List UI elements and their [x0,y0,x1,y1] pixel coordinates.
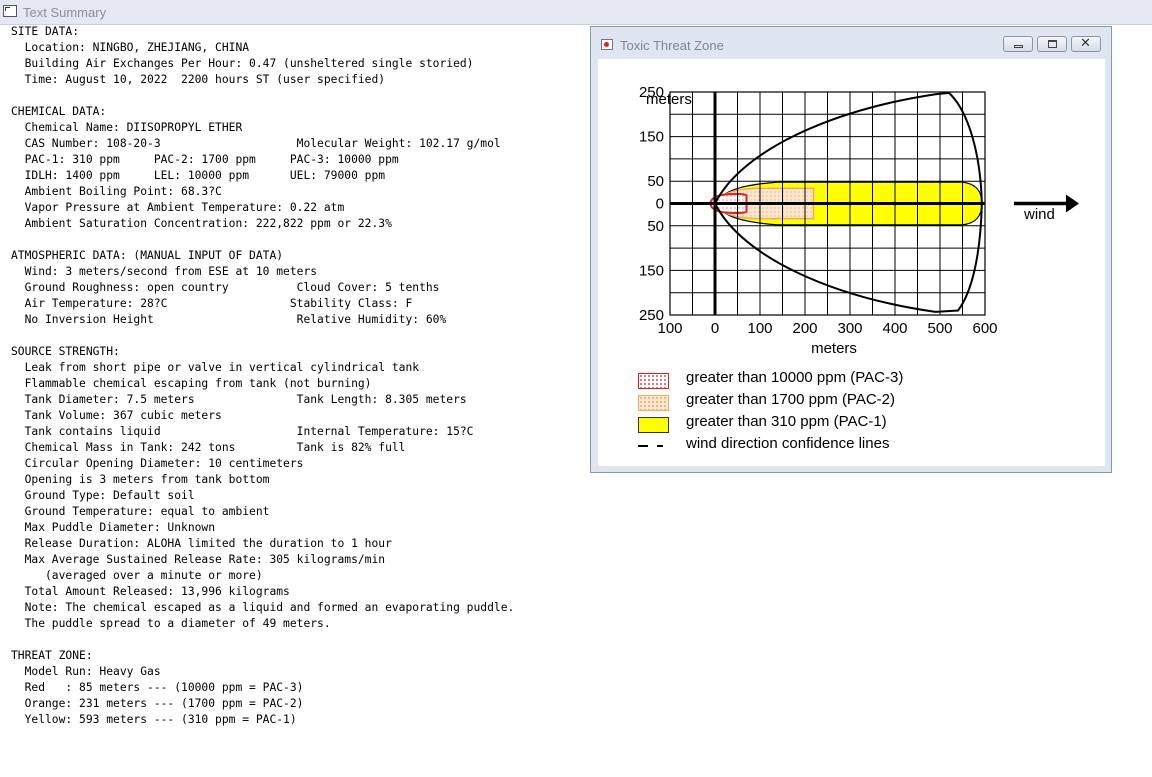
y-tick-label: 0 [656,196,664,213]
summary-line: Ambient Saturation Concentration: 222,82… [11,217,392,230]
summary-line: (averaged over a minute or more) [11,569,263,582]
summary-line: CHEMICAL DATA: [11,105,107,118]
summary-line: Tank contains liquid Internal Temperatur… [11,425,474,438]
summary-line: SOURCE STRENGTH: [11,345,120,358]
summary-line: The puddle spread to a diameter of 49 me… [11,617,331,630]
legend-label-red: greater than 10000 ppm (PAC-3) [686,369,904,386]
summary-line: Vapor Pressure at Ambient Temperature: 0… [11,201,345,214]
summary-line [11,328,514,344]
y-tick-label: 50 [647,173,664,190]
x-tick-label: 500 [927,320,952,337]
x-tick-label: 400 [882,320,907,337]
summary-line: Leak from short pipe or valve in vertica… [11,361,420,374]
close-button[interactable]: ✕ [1071,36,1101,52]
summary-line: Chemical Name: DIISOPROPYL ETHER [11,121,243,134]
legend-swatch-red [638,373,669,389]
close-icon: ✕ [1080,36,1091,51]
threat-window-title: Toxic Threat Zone [620,38,724,53]
summary-line: Release Duration: ALOHA limited the dura… [11,537,392,550]
x-tick-label: 200 [792,320,817,337]
summary-line: No Inversion Height Relative Humidity: 6… [11,313,447,326]
threat-window-icon[interactable] [601,39,613,50]
x-tick-label: 600 [972,320,997,337]
summary-line: Time: August 10, 2022 2200 hours ST (use… [11,73,386,86]
maximize-icon [1048,40,1057,48]
toxic-threat-zone-window: Toxic Threat Zone ✕ 250 150 50 0 50 150 250 100… [590,26,1112,473]
x-tick-label: 100 [747,320,772,337]
y-tick-label: 150 [639,262,664,279]
summary-line: Building Air Exchanges Per Hour: 0.47 (u… [11,57,474,70]
summary-line [11,88,514,104]
wind-arrow-head [1066,194,1079,213]
legend-swatch-yellow [638,417,669,433]
maximize-button[interactable] [1037,36,1067,52]
threat-window-title-bar[interactable]: Toxic Threat Zone ✕ [591,27,1111,59]
y-axis-label: meters [646,91,692,108]
summary-line: Tank Diameter: 7.5 meters Tank Length: 8… [11,393,467,406]
threat-zone-plot: 25015050050150250100 0 100 200 300 400 500 600m… [639,84,1079,357]
summary-line: ATMOSPHERIC DATA: (MANUAL INPUT OF DATA) [11,249,284,262]
main-window-title: Text Summary [23,5,107,20]
summary-line: CAS Number: 108-20-3 Molecular Weight: 1… [11,137,501,150]
summary-line: THREAT ZONE: [11,649,93,662]
x-tick-label: 300 [837,320,862,337]
legend-swatch-orange [638,395,669,411]
summary-line: Wind: 3 meters/second from ESE at 10 met… [11,265,318,278]
x-axis-label: meters [811,340,857,357]
minimize-icon [1014,45,1023,48]
summary-line: Air Temperature: 28?C Stability Class: F [11,297,413,310]
summary-line: Location: NINGBO, ZHEJIANG, CHINA [11,41,250,54]
legend-label-orange: greater than 1700 ppm (PAC-2) [686,391,895,408]
threat-zone-client: 250 150 50 0 50 150 250 100 0 100 200 300 400 500 600 m… [598,59,1105,466]
summary-line: Flammable chemical escaping from tank (n… [11,377,372,390]
summary-line: Tank Volume: 367 cubic meters [11,409,222,422]
summary-line: Yellow: 593 meters --- (310 ppm = PAC-1) [11,713,297,726]
summary-line: Max Average Sustained Release Rate: 305 … [11,553,386,566]
summary-line: Orange: 231 meters --- (1700 ppm = PAC-2… [11,697,304,710]
wind-label: wind [1023,206,1055,223]
main-title-bar[interactable]: Text Summary [0,0,1152,25]
summary-line: Ground Type: Default soil [11,489,195,502]
summary-line: Circular Opening Diameter: 10 centimeter… [11,457,304,470]
summary-line: Max Puddle Diameter: Unknown [11,521,216,534]
summary-line: Model Run: Heavy Gas [11,665,161,678]
summary-line: SITE DATA: [11,25,80,38]
summary-line: PAC-1: 310 ppm PAC-2: 1700 ppm PAC-3: 10… [11,153,399,166]
summary-line: Opening is 3 meters from tank bottom [11,473,270,486]
y-tick-label: 50 [647,218,664,235]
summary-line: Red : 85 meters --- (10000 ppm = PAC-3) [11,681,304,694]
legend-label-yellow: greater than 310 ppm (PAC-1) [686,413,887,430]
summary-line [11,632,514,648]
summary-line: IDLH: 1400 ppm LEL: 10000 ppm UEL: 79000… [11,169,386,182]
minimize-button[interactable] [1003,36,1033,52]
summary-line: Chemical Mass in Tank: 242 tons Tank is … [11,441,406,454]
y-tick-label: 150 [639,129,664,146]
summary-line: Ground Temperature: equal to ambient [11,505,270,518]
summary-line [11,232,514,248]
text-summary: SITE DATA: Location: NINGBO, ZHEJIANG, C… [11,24,514,728]
summary-line: Ambient Boiling Point: 68.3?C [11,185,222,198]
x-tick-label: 0 [711,320,719,337]
legend-swatch-dashed-lines [638,445,670,447]
summary-line: Total Amount Released: 13,996 kilograms [11,585,290,598]
window-app-icon[interactable] [3,5,17,17]
summary-line: Ground Roughness: open country Cloud Cov… [11,281,440,294]
x-tick-label: 100 [657,320,682,337]
summary-line: Note: The chemical escaped as a liquid a… [11,601,515,614]
legend-label-confidence-lines: wind direction confidence lines [686,435,890,452]
